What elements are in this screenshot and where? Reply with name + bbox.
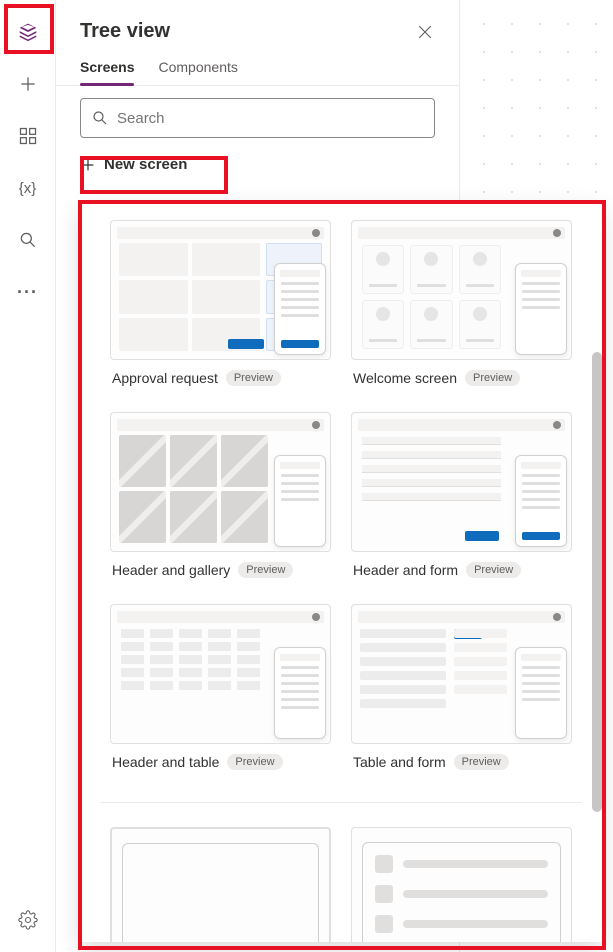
template-label: Header and gallery <box>112 562 230 578</box>
template-thumb <box>351 412 572 552</box>
template-list[interactable] <box>351 827 572 942</box>
variables-icon[interactable]: {x} <box>8 168 48 208</box>
search-box[interactable] <box>80 98 435 138</box>
template-table-and-form[interactable]: Table and form Preview <box>351 604 572 786</box>
template-welcome-screen[interactable]: Welcome screen Preview <box>351 220 572 402</box>
template-blank[interactable] <box>110 827 331 942</box>
preview-badge: Preview <box>466 562 521 578</box>
preview-badge: Preview <box>227 754 282 770</box>
preview-badge: Preview <box>454 754 509 770</box>
scrollbar[interactable] <box>592 352 602 812</box>
template-header-and-gallery[interactable]: Header and gallery Preview <box>110 412 331 594</box>
settings-icon[interactable] <box>8 900 48 940</box>
tabs: Screens Components <box>56 43 459 86</box>
close-icon[interactable] <box>415 22 435 42</box>
preview-badge: Preview <box>465 370 520 386</box>
new-screen-label: New screen <box>104 156 187 173</box>
tab-screens[interactable]: Screens <box>80 59 134 85</box>
insert-icon[interactable] <box>8 64 48 104</box>
template-label: Table and form <box>353 754 446 770</box>
search-rail-icon[interactable] <box>8 220 48 260</box>
template-label: Header and table <box>112 754 219 770</box>
search-icon <box>91 109 109 127</box>
left-rail: {x} ··· <box>0 0 56 952</box>
template-label: Header and form <box>353 562 458 578</box>
preview-badge: Preview <box>226 370 281 386</box>
plus-icon <box>80 157 96 173</box>
template-header-and-form[interactable]: Header and form Preview <box>351 412 572 594</box>
template-thumb <box>110 604 331 744</box>
template-approval-request[interactable]: Approval request Preview <box>110 220 331 402</box>
preview-badge: Preview <box>238 562 293 578</box>
new-screen-button[interactable]: New screen <box>56 150 459 183</box>
tab-components[interactable]: Components <box>158 59 237 85</box>
template-thumb <box>110 220 331 360</box>
more-icon[interactable]: ··· <box>8 272 48 312</box>
search-input[interactable] <box>117 110 424 127</box>
template-thumb <box>351 604 572 744</box>
template-header-and-table[interactable]: Header and table Preview <box>110 604 331 786</box>
template-thumb <box>351 220 572 360</box>
tree-view-icon[interactable] <box>8 12 48 52</box>
divider <box>100 802 582 803</box>
template-label: Approval request <box>112 370 218 386</box>
template-thumb <box>110 412 331 552</box>
template-label: Welcome screen <box>353 370 457 386</box>
template-thumb <box>351 827 572 942</box>
new-screen-dropdown: Approval request Preview Welcome screen … <box>80 202 602 942</box>
data-icon[interactable] <box>8 116 48 156</box>
template-thumb <box>110 827 331 942</box>
panel-title: Tree view <box>80 20 170 43</box>
